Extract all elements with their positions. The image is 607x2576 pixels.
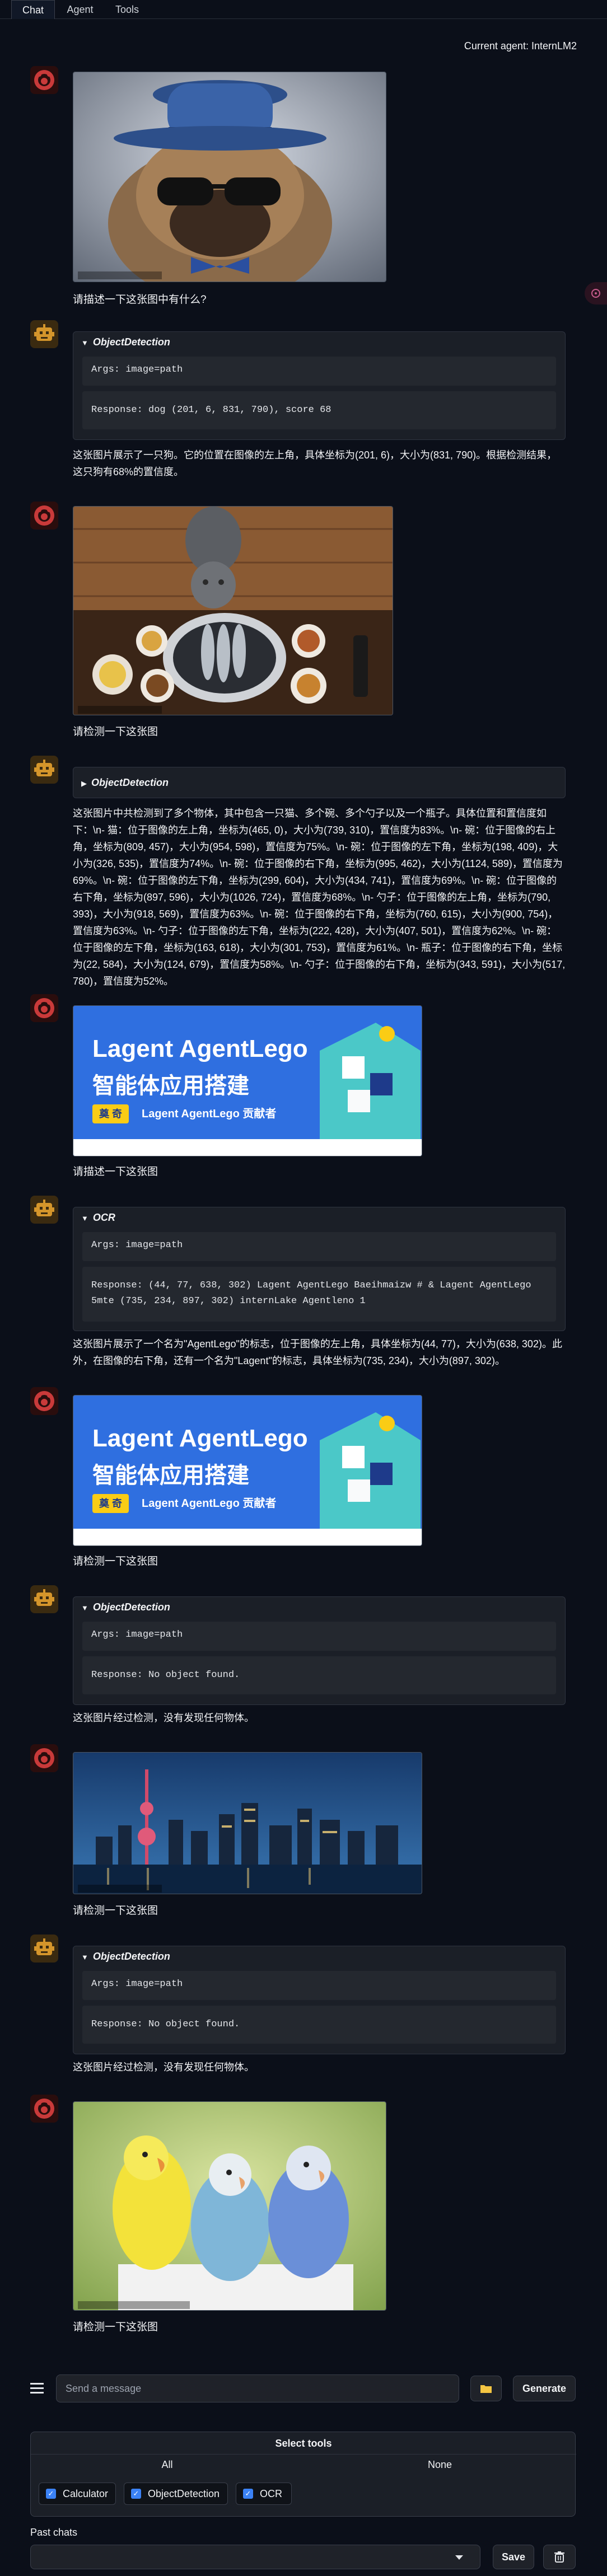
- folder-icon: [480, 2385, 492, 2393]
- tab-agent[interactable]: Agent: [62, 0, 99, 19]
- tool-call-header[interactable]: ▼ ObjectDetection: [73, 332, 565, 352]
- delete-button[interactable]: [543, 2545, 576, 2569]
- checkmark-icon: ✓: [131, 2489, 141, 2499]
- user-message: 请检测一下这张图: [73, 1905, 158, 1917]
- tool-name: ObjectDetection: [92, 336, 170, 348]
- tool-call-block[interactable]: ▼ ObjectDetection Args: image=path Respon…: [73, 1946, 566, 2054]
- bot-message: 这张图片展示了一个名为"AgentLego"的标志，位于图像的左上角，具体坐标为…: [73, 1338, 562, 1366]
- tool-args: Args: image=path: [82, 1971, 556, 2000]
- tool-response: Response: dog (201, 6, 831, 790), score …: [82, 391, 556, 429]
- banner-subtitle: 智能体应用搭建: [92, 1074, 249, 1098]
- bot-avatar: [30, 1585, 58, 1613]
- expanded-triangle-icon: ▼: [81, 339, 88, 347]
- tool-name: ObjectDetection: [91, 777, 169, 788]
- select-all-button[interactable]: All: [31, 2455, 304, 2475]
- tool-response: Response: No object found.: [82, 1656, 556, 1694]
- user-message: 请描述一下这张图: [73, 1166, 158, 1178]
- bot-message: 这张图片展示了一只狗。它的位置在图像的左上角，具体坐标为(201, 6)，大小为…: [73, 449, 557, 477]
- tool-call-header[interactable]: ▶ ObjectDetection: [73, 767, 565, 798]
- tool-name: ObjectDetection: [92, 1601, 170, 1613]
- dog-image: [73, 72, 386, 282]
- banner-title: Lagent AgentLego: [92, 1425, 308, 1452]
- cat-table-image: [73, 506, 393, 715]
- expanded-triangle-icon: ▼: [81, 1214, 88, 1223]
- tool-call-block[interactable]: ▼ ObjectDetection Args: image=path Respon…: [73, 331, 566, 440]
- tab-tools[interactable]: Tools: [110, 0, 144, 19]
- tool-checkbox-calculator[interactable]: ✓ Calculator: [39, 2483, 116, 2505]
- banner-tag-text: Lagent AgentLego 贡献者: [142, 1497, 277, 1510]
- agentlego-banner-image: Lagent AgentLego 智能体应用搭建 奠 奇 Lagent Agen…: [73, 1005, 422, 1156]
- tool-response: Response: No object found.: [82, 2006, 556, 2044]
- tool-checkbox-label: Calculator: [63, 2488, 109, 2499]
- checkmark-icon: ✓: [46, 2489, 56, 2499]
- menu-icon[interactable]: [29, 2380, 45, 2396]
- banner-subtitle: 智能体应用搭建: [92, 1463, 249, 1488]
- collapsed-triangle-icon: ▶: [81, 779, 87, 788]
- chevron-down-icon: [455, 2555, 463, 2560]
- tool-args: Args: image=path: [82, 1232, 556, 1261]
- user-message: 请检测一下这张图: [73, 2321, 158, 2333]
- user-avatar: [30, 994, 58, 1022]
- tool-call-header[interactable]: ▼ OCR: [73, 1207, 565, 1228]
- tool-call-block-collapsed[interactable]: ▶ ObjectDetection: [73, 767, 566, 798]
- chat-input-row: Send a message Generate: [0, 2373, 607, 2405]
- message-input[interactable]: Send a message: [56, 2374, 459, 2402]
- tool-args: Args: image=path: [82, 1622, 556, 1651]
- banner-title: Lagent AgentLego: [92, 1035, 308, 1062]
- past-chats-dropdown[interactable]: [30, 2545, 480, 2569]
- select-tools-title: Select tools: [31, 2432, 576, 2455]
- select-tools-panel: Select tools All None ✓ Calculator ✓ Objec…: [30, 2432, 576, 2517]
- banner-tag-text: Lagent AgentLego 贡献者: [142, 1108, 277, 1120]
- tool-name: ObjectDetection: [92, 1951, 170, 1962]
- tool-checkbox-label: OCR: [260, 2488, 282, 2499]
- generate-button[interactable]: Generate: [513, 2376, 576, 2401]
- agentlego-banner-image: Lagent AgentLego 智能体应用搭建 奠 奇 Lagent Agen…: [73, 1395, 422, 1546]
- bot-message: 这张图片经过检测，没有发现任何物体。: [73, 2062, 254, 2073]
- city-skyline-image: [73, 1752, 422, 1894]
- tool-checkbox-objectdetection[interactable]: ✓ ObjectDetection: [124, 2483, 228, 2505]
- select-none-button[interactable]: None: [304, 2455, 576, 2475]
- current-agent-label: Current agent: InternLM2: [464, 40, 577, 51]
- user-avatar: [30, 1744, 58, 1772]
- tool-response: Response: (44, 77, 638, 302) Lagent Agen…: [82, 1267, 556, 1322]
- user-message: 请描述一下这张图中有什么?: [73, 294, 207, 306]
- tool-name: OCR: [92, 1212, 115, 1223]
- banner-tag: 奠 奇: [92, 1494, 129, 1513]
- bot-message: 这张图片经过检测，没有发现任何物体。: [73, 1712, 254, 1723]
- tool-args: Args: image=path: [82, 357, 556, 386]
- tab-chat[interactable]: Chat: [11, 0, 55, 19]
- bot-avatar: [30, 1196, 58, 1224]
- tab-bar: Chat Agent Tools: [0, 0, 607, 19]
- side-float-icon[interactable]: [585, 282, 607, 305]
- trash-icon: [554, 2551, 564, 2563]
- user-message: 请检测一下这张图: [73, 1556, 158, 1567]
- bot-avatar: [30, 320, 58, 348]
- user-message: 请检测一下这张图: [73, 726, 158, 738]
- bot-message: 这张图片中共检测到了多个物体，其中包含一只猫、多个碗、多个勺子以及一个瓶子。具体…: [73, 808, 566, 987]
- save-button[interactable]: Save: [493, 2545, 534, 2569]
- upload-folder-button[interactable]: [470, 2376, 502, 2401]
- tool-checkbox-ocr[interactable]: ✓ OCR: [236, 2483, 292, 2505]
- tool-call-header[interactable]: ▼ ObjectDetection: [73, 1597, 565, 1617]
- bot-avatar: [30, 1935, 58, 1963]
- past-chats-label: Past chats: [30, 2527, 78, 2538]
- tool-call-header[interactable]: ▼ ObjectDetection: [73, 1946, 565, 1966]
- user-avatar: [30, 502, 58, 530]
- user-avatar: [30, 66, 58, 94]
- tool-checkbox-label: ObjectDetection: [148, 2488, 220, 2499]
- banner-tag: 奠 奇: [92, 1104, 129, 1123]
- user-avatar: [30, 1387, 58, 1415]
- parrots-image: [73, 2101, 386, 2311]
- user-avatar: [30, 2095, 58, 2123]
- expanded-triangle-icon: ▼: [81, 1604, 88, 1612]
- tool-call-block[interactable]: ▼ ObjectDetection Args: image=path Respon…: [73, 1596, 566, 1705]
- expanded-triangle-icon: ▼: [81, 1953, 88, 1961]
- tool-call-block[interactable]: ▼ OCR Args: image=path Response: (44, 77,…: [73, 1207, 566, 1331]
- bot-avatar: [30, 756, 58, 784]
- checkmark-icon: ✓: [243, 2489, 253, 2499]
